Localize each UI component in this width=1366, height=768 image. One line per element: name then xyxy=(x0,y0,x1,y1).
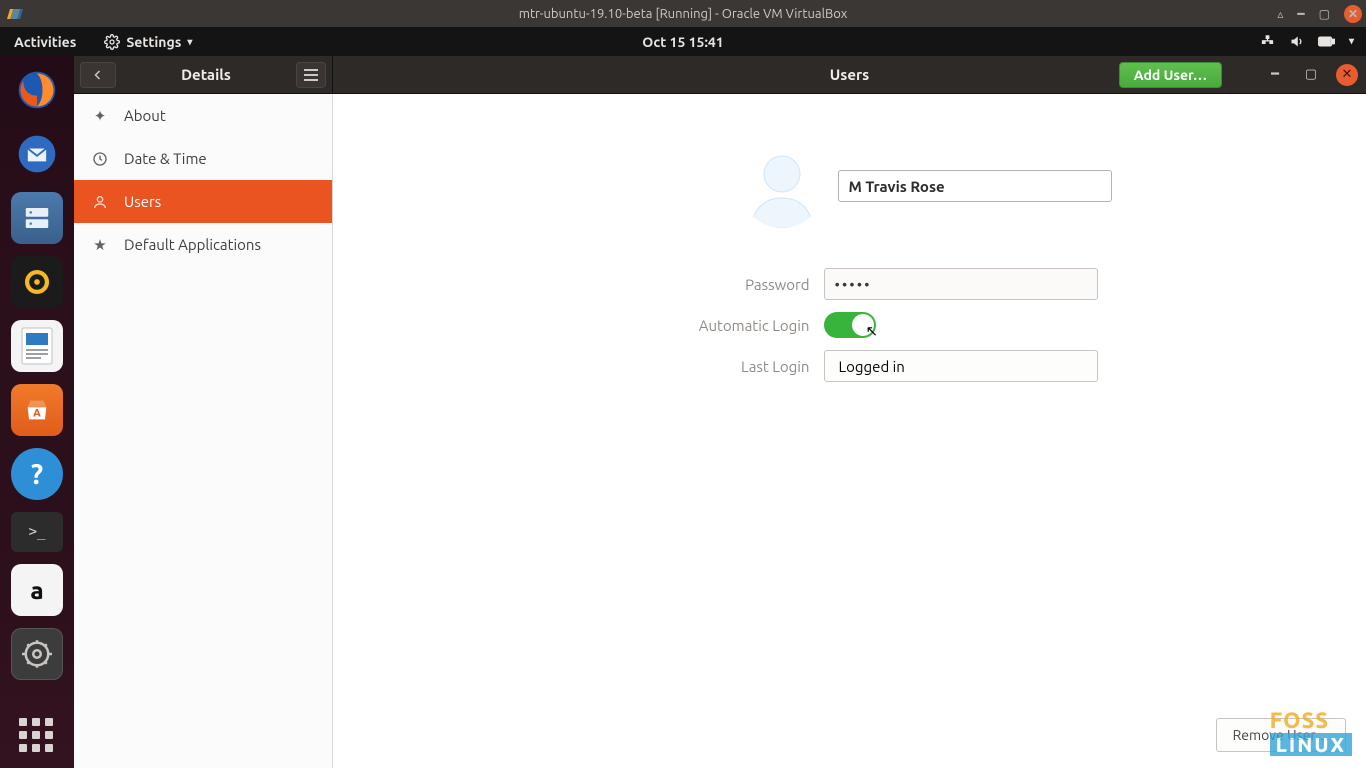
virtualbox-maximize-button[interactable]: ▢ xyxy=(1319,7,1330,21)
dock-amazon[interactable]: a xyxy=(11,564,63,616)
virtualbox-always-on-top-icon[interactable]: ▵ xyxy=(1277,7,1283,21)
user-avatar[interactable] xyxy=(740,144,824,228)
sidebar-item-about[interactable]: ✦ About xyxy=(74,94,332,137)
dock-settings[interactable] xyxy=(11,628,63,680)
window-close-button[interactable]: ✕ xyxy=(1336,64,1358,86)
star-icon: ★ xyxy=(90,236,110,254)
dock-files[interactable] xyxy=(11,192,63,244)
dock-libreoffice-writer[interactable] xyxy=(11,320,63,372)
sidebar-item-label: Date & Time xyxy=(124,150,207,167)
virtualbox-title: mtr-ubuntu-19.10-beta [Running] - Oracle… xyxy=(519,7,848,21)
add-user-button[interactable]: Add User… xyxy=(1119,62,1222,88)
dock-help[interactable]: ? xyxy=(11,448,63,500)
chevron-down-icon[interactable]: ▾ xyxy=(1349,35,1354,47)
dock-firefox[interactable] xyxy=(11,64,63,116)
about-icon: ✦ xyxy=(90,107,110,125)
password-field[interactable]: ••••• xyxy=(824,268,1098,300)
back-button[interactable] xyxy=(80,62,116,88)
details-sidebar: ✦ About Date & Time Users ★ Default Appl… xyxy=(74,94,333,768)
sidebar-item-label: Default Applications xyxy=(124,236,261,253)
chevron-down-icon: ▾ xyxy=(187,36,192,48)
virtualbox-logo-icon xyxy=(6,5,24,23)
user-name-input[interactable] xyxy=(838,170,1112,202)
remove-user-button[interactable]: Remove User… xyxy=(1216,718,1346,752)
sidebar-title: Details xyxy=(116,66,296,83)
volume-icon[interactable] xyxy=(1289,34,1304,49)
users-panel: Password ••••• Automatic Login ↖ Last Lo… xyxy=(333,94,1366,768)
sidebar-item-default-apps[interactable]: ★ Default Applications xyxy=(74,223,332,266)
automatic-login-toggle[interactable] xyxy=(824,312,876,338)
virtualbox-minimize-button[interactable]: ━ xyxy=(1297,7,1304,21)
dock-terminal[interactable]: >_ xyxy=(11,512,63,552)
app-menu-label: Settings xyxy=(126,34,181,50)
settings-window: Details Users Add User… ━ ▢ ✕ ✦ About xyxy=(74,56,1366,768)
user-icon xyxy=(90,194,110,210)
show-applications-button[interactable] xyxy=(19,718,55,754)
dock-ubuntu-software[interactable]: A xyxy=(11,384,63,436)
window-maximize-button[interactable]: ▢ xyxy=(1300,64,1322,86)
system-tray[interactable]: ▾ xyxy=(1260,34,1354,49)
virtualbox-titlebar: mtr-ubuntu-19.10-beta [Running] - Oracle… xyxy=(0,0,1366,27)
hamburger-menu-button[interactable] xyxy=(296,62,326,88)
dock-rhythmbox[interactable] xyxy=(11,256,63,308)
clock[interactable]: Oct 15 15:41 xyxy=(642,34,723,50)
sidebar-item-label: About xyxy=(124,107,166,124)
activities-button[interactable]: Activities xyxy=(14,34,76,50)
sidebar-item-datetime[interactable]: Date & Time xyxy=(74,137,332,180)
virtualbox-close-button[interactable]: ✕ xyxy=(1344,5,1362,23)
svg-text:A: A xyxy=(33,408,41,420)
virtualbox-window-controls: ▵ ━ ▢ ✕ xyxy=(1277,5,1362,23)
automatic-login-label: Automatic Login xyxy=(490,317,824,334)
dock: A ? >_ a xyxy=(0,56,74,768)
settings-headerbar: Details Users Add User… ━ ▢ ✕ xyxy=(74,56,1366,94)
settings-gear-icon xyxy=(104,33,120,50)
password-label: Password xyxy=(490,276,824,293)
sidebar-item-label: Users xyxy=(124,193,161,210)
sidebar-item-users[interactable]: Users xyxy=(74,180,332,223)
window-minimize-button[interactable]: ━ xyxy=(1264,64,1286,86)
clock-icon xyxy=(90,151,110,167)
dock-thunderbird[interactable] xyxy=(11,128,63,180)
last-login-label: Last Login xyxy=(490,358,824,375)
network-icon[interactable] xyxy=(1260,34,1275,49)
last-login-value: Logged in xyxy=(824,350,1098,382)
app-menu[interactable]: Settings ▾ xyxy=(104,33,192,50)
gnome-top-bar: Activities Settings ▾ Oct 15 15:41 ▾ xyxy=(0,27,1366,56)
battery-icon[interactable] xyxy=(1318,34,1335,49)
